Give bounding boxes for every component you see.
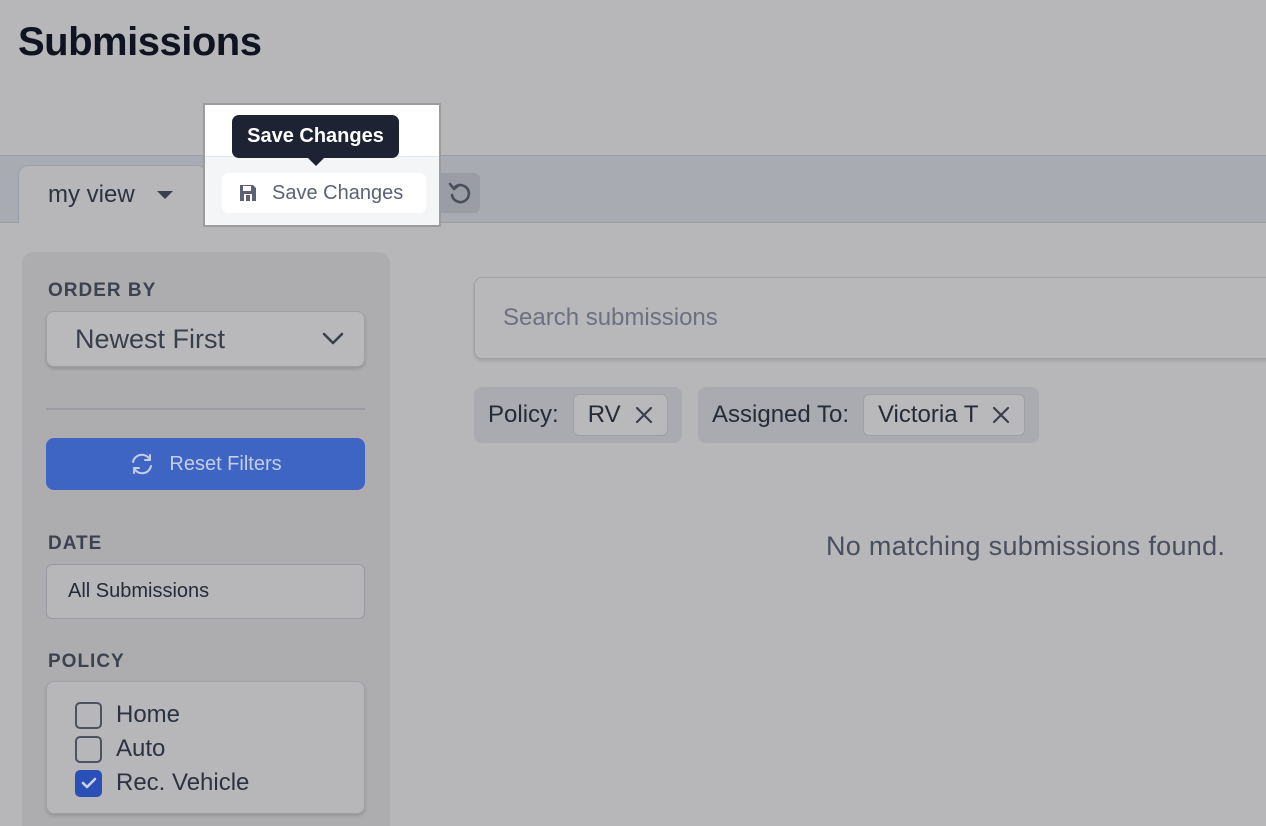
undo-button[interactable]	[440, 173, 480, 213]
sidebar-divider	[46, 408, 365, 410]
policy-option-rec-vehicle[interactable]: Rec. Vehicle	[75, 768, 249, 798]
policy-option-home[interactable]: Home	[75, 700, 180, 730]
policy-label: POLICY	[48, 651, 125, 672]
filter-chip-value: RV	[572, 394, 668, 436]
refresh-icon	[129, 452, 155, 476]
reset-filters-label: Reset Filters	[169, 452, 282, 475]
reset-filters-button[interactable]: Reset Filters	[46, 438, 365, 490]
close-icon[interactable]	[635, 406, 653, 424]
close-icon[interactable]	[992, 406, 1010, 424]
order-by-value: Newest First	[75, 323, 226, 354]
filter-chip-value: Victoria T	[862, 394, 1026, 436]
policy-option-label: Rec. Vehicle	[116, 769, 250, 796]
order-by-select[interactable]: Newest First	[46, 311, 365, 367]
caret-down-icon	[156, 190, 173, 199]
filter-chip-label: Assigned To:	[712, 401, 849, 428]
view-selector[interactable]: my view	[18, 165, 207, 223]
policy-option-label: Home	[116, 701, 181, 728]
date-filter-field[interactable]: All Submissions	[46, 564, 365, 619]
view-selector-label: my view	[48, 180, 135, 208]
date-label: DATE	[48, 533, 103, 554]
save-changes-tooltip: Save Changes	[232, 115, 399, 166]
save-changes-button[interactable]: Save Changes	[222, 173, 426, 213]
checkbox-checked[interactable]	[75, 769, 102, 797]
check-icon	[81, 777, 96, 789]
filter-chip-value-text: Victoria T	[877, 401, 979, 428]
date-filter-value: All Submissions	[68, 580, 210, 602]
policy-option-label: Auto	[116, 735, 166, 762]
policy-options: Home Auto Rec. Vehicle	[46, 681, 365, 814]
filter-chip-assigned-to: Assigned To: Victoria T	[698, 387, 1040, 443]
order-by-label: ORDER BY	[48, 280, 157, 301]
filter-chip-value-text: RV	[587, 401, 621, 428]
filter-chip-label: Policy:	[488, 401, 559, 428]
page-title: Submissions	[18, 20, 262, 64]
checkbox[interactable]	[75, 701, 102, 729]
save-changes-label: Save Changes	[272, 181, 404, 204]
search-input[interactable]	[474, 277, 1266, 359]
floppy-disk-icon	[238, 183, 258, 203]
policy-option-auto[interactable]: Auto	[75, 734, 165, 764]
checkbox[interactable]	[75, 735, 102, 763]
chevron-down-icon	[322, 332, 344, 346]
filter-chip-policy: Policy: RV	[474, 387, 682, 443]
undo-icon	[447, 180, 473, 206]
empty-state-message: No matching submissions found.	[826, 531, 1226, 561]
